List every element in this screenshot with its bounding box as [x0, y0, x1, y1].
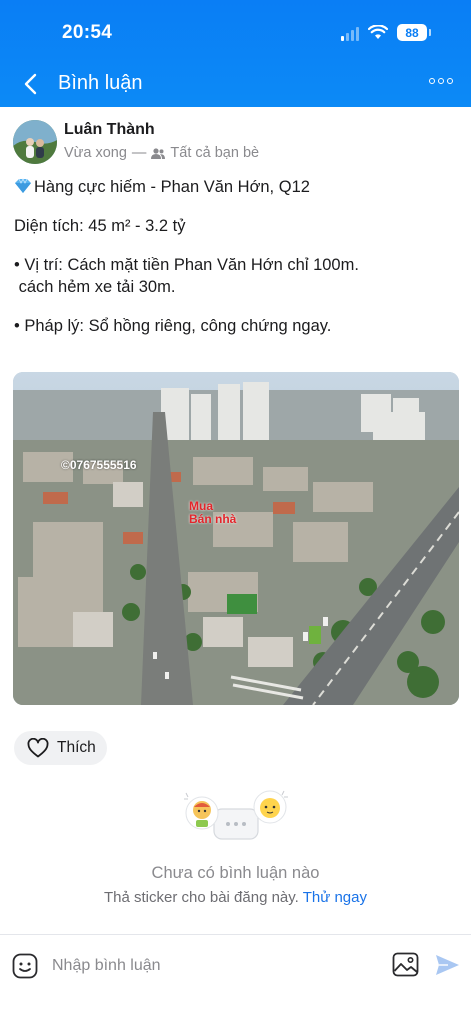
sticker-icon[interactable]	[12, 953, 38, 979]
empty-comments-title: Chưa có bình luận nào	[151, 864, 320, 882]
more-options-icon[interactable]	[429, 78, 453, 84]
status-bar: 20:54 88	[0, 0, 471, 62]
comment-input[interactable]	[52, 952, 352, 980]
post-text: Hàng cực hiếm - Phan Văn Hớn, Q12 Diện t…	[14, 176, 454, 337]
heart-icon	[27, 738, 49, 758]
status-icons: 88	[341, 24, 431, 41]
sticker-illustration-icon	[184, 790, 288, 840]
cellular-signal-icon	[341, 25, 359, 41]
like-label: Thích	[57, 739, 96, 756]
status-time: 20:54	[62, 22, 113, 43]
post-line-alley: cách hẻm xe tải 30m.	[14, 278, 176, 296]
post-time: Vừa xong	[64, 145, 127, 161]
send-icon[interactable]	[434, 952, 461, 978]
post-line-location: • Vị trí: Cách mặt tiền Phan Văn Hớn chỉ…	[14, 256, 359, 274]
nav-bar: Bình luận	[0, 62, 471, 107]
photo-logo: Mua Bán nhà	[189, 499, 237, 526]
post-line-area: Diện tích: 45 m² - 3.2 tỷ	[14, 217, 186, 235]
meta-separator: —	[131, 145, 147, 161]
chevron-left-icon[interactable]	[20, 72, 42, 96]
post-line-legal: • Pháp lý: Sổ hồng riêng, công chứng nga…	[14, 317, 332, 335]
image-gallery-icon[interactable]	[392, 952, 419, 977]
like-button[interactable]: Thích	[14, 731, 107, 765]
post-photo[interactable]: ©0767555516 Mua Bán nhà	[13, 372, 459, 705]
comment-composer	[0, 934, 471, 1024]
friends-icon	[151, 147, 166, 159]
app-header: 20:54 88 Bình luận	[0, 0, 471, 107]
post-audience: Tất cả bạn bè	[170, 145, 260, 161]
diamond-icon	[15, 178, 31, 193]
post-meta: Vừa xong — Tất cả bạn bè	[64, 145, 259, 161]
battery-icon: 88	[397, 24, 431, 41]
author-name[interactable]: Luân Thành	[64, 121, 155, 139]
empty-comments-subtitle: Thả sticker cho bài đăng này. Thử ngay	[104, 889, 367, 906]
try-now-link[interactable]: Thử ngay	[303, 889, 367, 906]
page-title: Bình luận	[58, 72, 143, 94]
avatar[interactable]	[13, 120, 57, 164]
photo-watermark: ©0767555516	[61, 458, 137, 472]
post-line-title: Hàng cực hiếm - Phan Văn Hớn, Q12	[14, 176, 454, 198]
wifi-icon	[368, 25, 388, 39]
